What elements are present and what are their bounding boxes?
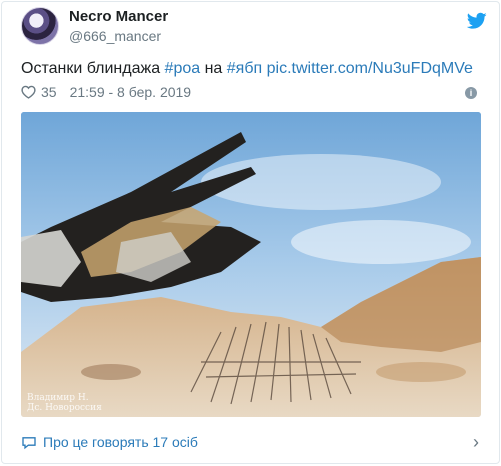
avatar[interactable]	[21, 7, 59, 45]
tweet-text-mid: на	[200, 60, 227, 77]
author-names[interactable]: Necro Mancer @666_mancer	[69, 8, 168, 45]
hashtag-roa-link[interactable]: #роа	[165, 60, 201, 77]
tweet-meta: 35 21:59 - 8 бер. 2019	[21, 84, 191, 100]
heart-icon[interactable]	[21, 85, 36, 99]
tweet-text: Останки блиндажа #роа на #ябп pic.twitte…	[21, 59, 473, 79]
user-handle[interactable]: @666_mancer	[69, 28, 168, 45]
tweet-text-main: Останки блиндажа	[21, 60, 165, 77]
pic-twitter-link[interactable]: pic.twitter.com/Nu3uFDqMVe	[267, 60, 473, 77]
chevron-right-icon[interactable]: ›	[473, 433, 479, 451]
tweet-header[interactable]: Necro Mancer @666_mancer	[21, 7, 168, 45]
tweet-card: Necro Mancer @666_mancer Останки блиндаж…	[1, 1, 500, 464]
tweet-photo[interactable]: Владимир Н. Дс. Новороссия	[21, 112, 481, 417]
photo-image	[21, 112, 481, 417]
speech-bubble-icon	[22, 436, 36, 449]
photo-caption-line-1: Владимир Н.	[27, 393, 89, 403]
photo-caption: Владимир Н. Дс. Новороссия	[27, 393, 102, 413]
display-name[interactable]: Necro Mancer	[69, 8, 168, 26]
info-icon[interactable]: i	[465, 87, 477, 99]
tweet-timestamp[interactable]: 21:59 - 8 бер. 2019	[70, 84, 192, 100]
twitter-bird-icon[interactable]	[467, 12, 487, 30]
photo-caption-line-2: Дс. Новороссия	[27, 403, 102, 413]
discussion-footer[interactable]: Про це говорять 17 осіб ›	[21, 433, 479, 451]
like-count[interactable]: 35	[41, 84, 57, 100]
discussion-link[interactable]: Про це говорять 17 осіб	[43, 434, 198, 450]
hashtag-yabp-link[interactable]: #ябп	[227, 60, 262, 77]
